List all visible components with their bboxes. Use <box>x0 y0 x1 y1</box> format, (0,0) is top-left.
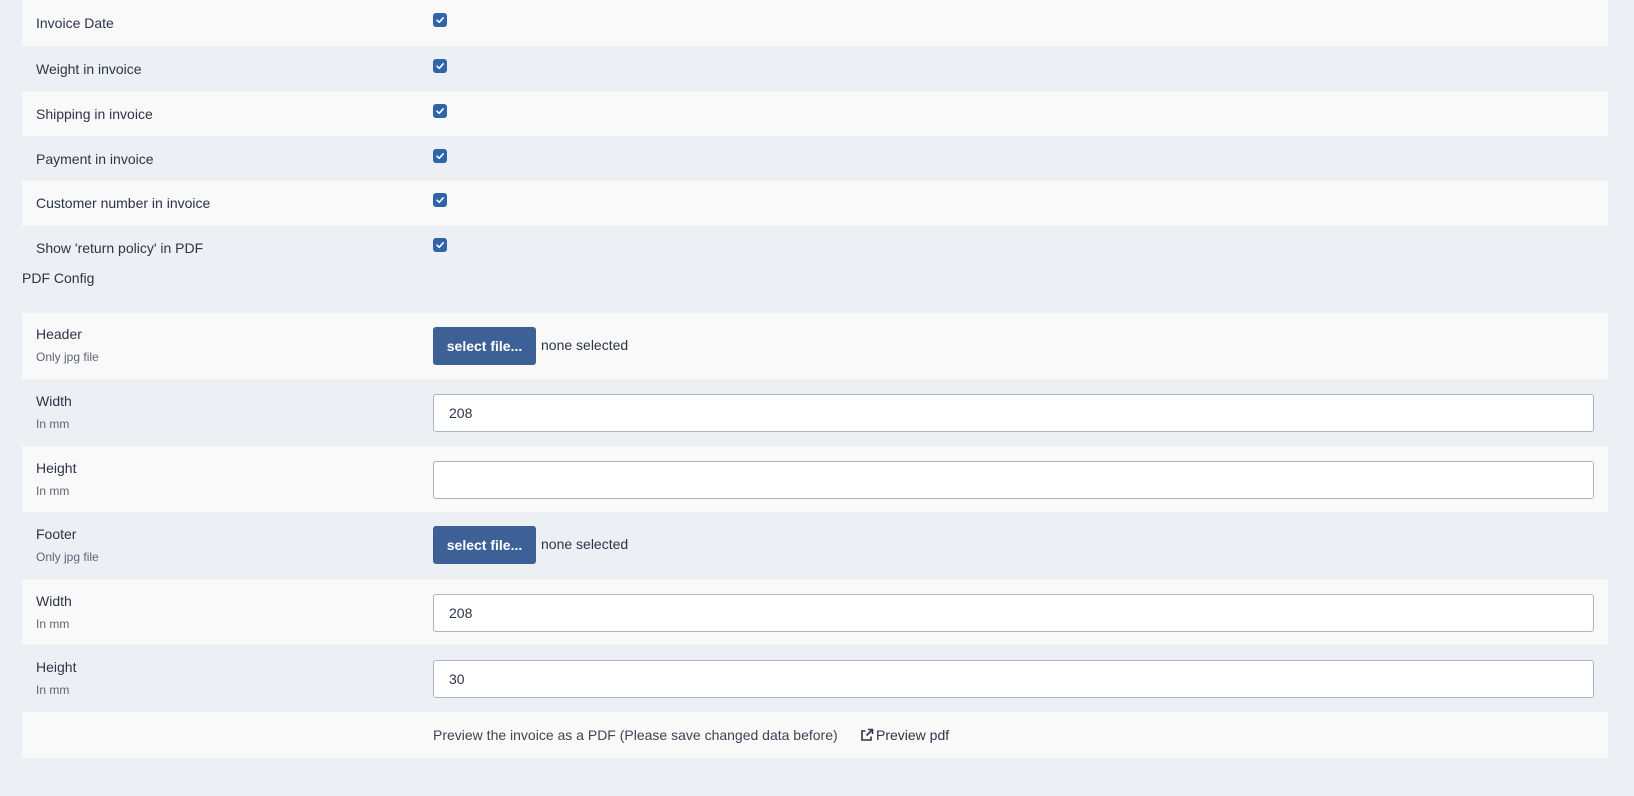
footer-file-status: none selected <box>541 536 629 552</box>
option-row-customer-number: Customer number in invoice <box>22 181 1608 226</box>
option-label: Payment in invoice <box>36 151 154 167</box>
footer-select-file-button[interactable]: select file... <box>433 526 536 564</box>
footer-height-hint: In mm <box>36 683 70 697</box>
check-icon <box>436 17 444 24</box>
preview-pdf-link[interactable]: Preview pdf <box>860 727 949 743</box>
header-width-hint: In mm <box>36 417 70 431</box>
payment-checkbox[interactable] <box>433 149 447 163</box>
header-height-label: Height <box>36 460 77 476</box>
footer-width-hint: In mm <box>36 617 70 631</box>
weight-checkbox[interactable] <box>433 59 447 73</box>
check-icon <box>436 153 444 160</box>
header-height-hint: In mm <box>36 484 70 498</box>
shipping-checkbox[interactable] <box>433 104 447 118</box>
check-icon <box>436 63 444 70</box>
preview-row: Preview the invoice as a PDF (Please sav… <box>22 712 1608 758</box>
option-label: Shipping in invoice <box>36 106 153 122</box>
check-icon <box>436 197 444 204</box>
return-policy-checkbox[interactable] <box>433 238 447 252</box>
option-label: Show 'return policy' in PDF <box>36 240 204 256</box>
header-file-status: none selected <box>541 337 629 353</box>
header-file-row: Header Only jpg file select file... none… <box>22 313 1608 379</box>
footer-hint: Only jpg file <box>36 550 99 564</box>
footer-width-input[interactable] <box>433 594 1594 632</box>
option-label: Invoice Date <box>36 15 114 31</box>
option-row-payment: Payment in invoice <box>22 136 1608 181</box>
preview-description: Preview the invoice as a PDF (Please sav… <box>433 727 838 743</box>
option-label: Customer number in invoice <box>36 195 211 211</box>
option-row-invoice-date: Invoice Date <box>22 0 1608 46</box>
preview-pdf-label: Preview pdf <box>876 727 950 743</box>
option-row-return-policy: Show 'return policy' in PDF <box>22 226 1608 266</box>
header-width-input[interactable] <box>433 394 1594 432</box>
footer-width-row: Width In mm <box>22 579 1608 645</box>
footer-height-label: Height <box>36 659 77 675</box>
pdf-config-heading: PDF Config <box>22 270 95 286</box>
header-label: Header <box>36 326 82 342</box>
customer-number-checkbox[interactable] <box>433 193 447 207</box>
header-select-file-button[interactable]: select file... <box>433 327 536 365</box>
header-height-row: Height In mm <box>22 446 1608 512</box>
option-row-weight: Weight in invoice <box>22 46 1608 91</box>
header-hint: Only jpg file <box>36 350 99 364</box>
check-icon <box>436 108 444 115</box>
footer-width-label: Width <box>36 593 72 609</box>
check-icon <box>436 242 444 249</box>
settings-panel: Invoice Date Weight in invoice Shipping … <box>22 0 1608 758</box>
option-row-shipping: Shipping in invoice <box>22 91 1608 136</box>
invoice-date-checkbox[interactable] <box>433 13 447 27</box>
header-width-row: Width In mm <box>22 379 1608 446</box>
external-link-icon <box>861 728 874 741</box>
footer-label: Footer <box>36 526 77 542</box>
option-label: Weight in invoice <box>36 61 142 77</box>
footer-height-input[interactable] <box>433 660 1594 698</box>
header-height-input[interactable] <box>433 461 1594 499</box>
footer-file-row: Footer Only jpg file select file... none… <box>22 512 1608 579</box>
header-width-label: Width <box>36 393 72 409</box>
footer-height-row: Height In mm <box>22 645 1608 712</box>
